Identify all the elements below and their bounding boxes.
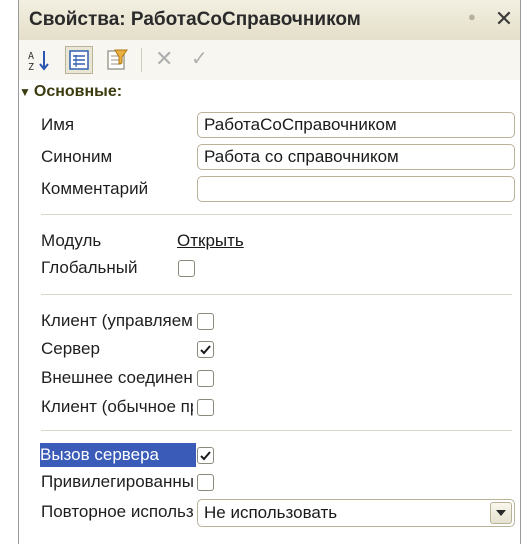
toolbar: A Z ✕ ✓ <box>19 40 520 80</box>
reuse-values-select[interactable]: Не использовать <box>197 499 515 527</box>
title-bar[interactable]: Свойства: РаботаСоСправочником ● ✕ <box>19 0 520 41</box>
close-icon[interactable]: ✕ <box>493 6 515 32</box>
filter-icon[interactable] <box>103 46 131 74</box>
reuse-values-value: Не использовать <box>204 503 338 522</box>
divider <box>41 294 512 295</box>
divider <box>41 214 512 215</box>
privileged-checkbox[interactable] <box>197 474 214 491</box>
check-icon <box>200 451 211 461</box>
label-privileged: Привилегированный <box>41 472 193 491</box>
toolbar-separator <box>141 48 142 72</box>
divider <box>41 430 512 431</box>
cancel-icon[interactable]: ✕ <box>155 48 173 70</box>
chevron-down-icon <box>496 510 506 516</box>
group-title: Основные: <box>33 83 123 100</box>
sort-az-icon[interactable]: A Z <box>25 46 53 74</box>
dropdown-button[interactable] <box>490 502 512 524</box>
group-header-basic[interactable]: ▼ Основные: <box>19 83 122 101</box>
label-name: Имя <box>41 115 75 134</box>
categories-icon[interactable] <box>65 46 93 74</box>
external-connection-checkbox[interactable] <box>197 370 214 387</box>
svg-text:Z: Z <box>28 62 34 73</box>
label-global: Глобальный <box>41 258 138 277</box>
comment-field[interactable] <box>197 176 515 202</box>
svg-text:A: A <box>28 51 34 62</box>
open-module-link[interactable]: Открыть <box>177 229 244 253</box>
name-field[interactable]: РаботаСоСправочником <box>197 112 515 138</box>
label-client-managed: Клиент (управляемое приложение) <box>41 311 193 330</box>
label-server-call: Вызов сервера <box>40 443 196 467</box>
pin-icon[interactable]: ● <box>468 10 478 24</box>
check-icon <box>200 345 211 355</box>
label-reuse-values: Повторное использование возвращаемых зна… <box>41 502 193 521</box>
apply-icon[interactable]: ✓ <box>191 48 208 70</box>
synonym-field[interactable]: Работа со справочником <box>197 144 515 170</box>
client-ordinary-checkbox[interactable] <box>197 399 214 416</box>
label-external-connection: Внешнее соединение <box>41 368 193 387</box>
collapse-triangle-icon[interactable]: ▼ <box>19 85 31 99</box>
label-client-ordinary: Клиент (обычное приложение) <box>41 397 193 416</box>
label-comment: Комментарий <box>41 179 149 198</box>
label-server: Сервер <box>41 339 100 358</box>
properties-window: Свойства: РаботаСоСправочником ● ✕ A Z ✕… <box>18 0 521 544</box>
window-title: Свойства: РаботаСоСправочником <box>29 9 361 30</box>
server-checkbox[interactable] <box>197 341 214 358</box>
server-call-checkbox[interactable] <box>197 447 214 464</box>
client-managed-checkbox[interactable] <box>197 313 214 330</box>
label-synonym: Синоним <box>41 147 113 166</box>
global-checkbox[interactable] <box>178 260 195 277</box>
label-module: Модуль <box>41 231 102 250</box>
